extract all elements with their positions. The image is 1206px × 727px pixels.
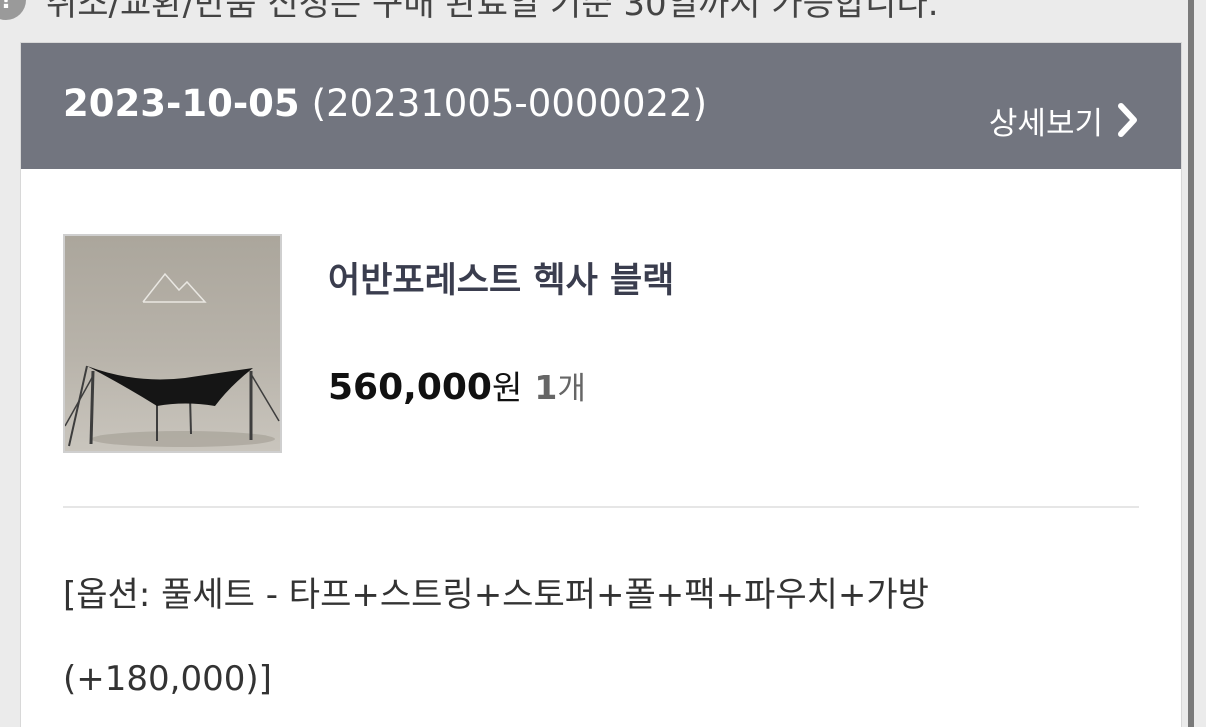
product-price: 560,000 bbox=[328, 367, 492, 408]
divider bbox=[63, 506, 1139, 508]
product-name[interactable]: 어반포레스트 헥사 블랙 bbox=[328, 252, 674, 303]
info-icon: ! bbox=[0, 0, 26, 20]
price-line: 560,000원 1개 bbox=[328, 361, 674, 409]
product-info: 어반포레스트 헥사 블랙 560,000원 1개 bbox=[328, 234, 674, 453]
scrollbar[interactable] bbox=[1188, 0, 1194, 727]
product-quantity: 1 bbox=[534, 368, 558, 407]
notice-text: 취소/교환/반품 신청은 구매 완료일 기준 30일까지 가능합니다. bbox=[46, 0, 939, 24]
currency-label: 원 bbox=[491, 368, 523, 407]
order-date: 2023-10-05 bbox=[63, 81, 300, 125]
view-details-label: 상세보기 bbox=[988, 105, 1103, 142]
product-item[interactable]: 어반포레스트 헥사 블랙 560,000원 1개 bbox=[63, 234, 674, 453]
order-info: 2023-10-05 (20231005-0000022) bbox=[63, 82, 707, 125]
product-image[interactable] bbox=[63, 234, 282, 453]
view-details-button[interactable]: 상세보기 bbox=[989, 98, 1139, 143]
order-number: (20231005-0000022) bbox=[311, 81, 708, 125]
chevron-right-icon bbox=[1117, 103, 1139, 137]
product-option: [옵션: 풀세트 - 타프+스트링+스토퍼+폴+팩+파우치+가방 (+180,0… bbox=[63, 575, 929, 699]
order-header: 2023-10-05 (20231005-0000022) 상세보기 bbox=[21, 43, 1181, 169]
order-history-page: ! 취소/교환/반품 신청은 구매 완료일 기준 30일까지 가능합니다. 20… bbox=[0, 0, 1206, 727]
order-card: 2023-10-05 (20231005-0000022) 상세보기 어반포레스… bbox=[20, 42, 1182, 727]
quantity-unit: 개 bbox=[557, 371, 586, 407]
notice-banner: ! 취소/교환/반품 신청은 구매 완료일 기준 30일까지 가능합니다. bbox=[0, 0, 939, 26]
